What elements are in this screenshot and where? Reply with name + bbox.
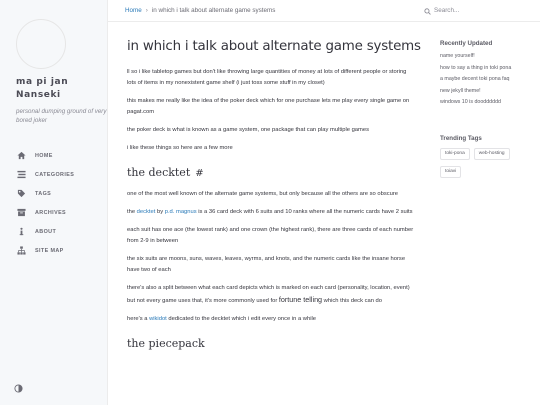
breadcrumb-separator: › bbox=[145, 7, 148, 14]
sidebar-item-sitemap[interactable]: SITE MAP bbox=[16, 241, 104, 260]
page-title: in which i talk about alternate game sys… bbox=[127, 39, 421, 54]
tag-icon bbox=[16, 188, 27, 199]
paragraph: the poker deck is what is known as a gam… bbox=[127, 127, 369, 133]
stream-icon bbox=[16, 169, 27, 180]
recent-post-link[interactable]: new jekyll theme! bbox=[440, 86, 535, 98]
sidebar-item-about[interactable]: ABOUT bbox=[16, 222, 104, 241]
sitemap-icon bbox=[16, 245, 27, 256]
text: by bbox=[155, 209, 165, 215]
archive-icon bbox=[16, 207, 27, 218]
recent-post-link[interactable]: a maybe decent toki pona faq bbox=[440, 74, 535, 86]
paragraph: here's a wikidot dedicated to the deckte… bbox=[127, 314, 417, 325]
site-title[interactable]: ma pi jan Nanseki bbox=[16, 76, 106, 102]
sidebar-item-label: CATEGORIES bbox=[35, 171, 75, 178]
sidebar-item-tags[interactable]: TAGS bbox=[16, 184, 104, 203]
tag-chip[interactable]: toki-pona bbox=[440, 147, 470, 160]
paragraph: the decktet by p.d. magnus is a 36 card … bbox=[127, 207, 417, 218]
sidebar-item-categories[interactable]: CATEGORIES bbox=[16, 165, 104, 184]
site-subtitle: personal dumping ground of very bored jo… bbox=[16, 108, 107, 124]
right-panel: Recently Updated name yourself! how to s… bbox=[440, 40, 535, 184]
breadcrumb: Home › in which i talk about alternate gam… bbox=[125, 7, 275, 14]
paragraph: there's also a split between what each c… bbox=[127, 283, 417, 307]
decktet-link[interactable]: decktet bbox=[137, 209, 156, 215]
anchor-link[interactable]: # bbox=[195, 168, 203, 179]
recently-updated-list: name yourself! how to say a thing in tok… bbox=[440, 51, 535, 109]
home-icon bbox=[16, 150, 27, 161]
info-icon bbox=[16, 226, 27, 237]
recent-post-link[interactable]: how to say a thing in toki pona bbox=[440, 63, 535, 75]
sidebar: ma pi jan Nanseki personal dumping groun… bbox=[0, 0, 108, 405]
sidebar-nav: HOME CATEGORIES TAGS ARCHIVES ABOUT SITE… bbox=[16, 146, 104, 260]
recent-post-link[interactable]: name yourself! bbox=[440, 51, 535, 63]
search-box[interactable] bbox=[420, 4, 512, 17]
sidebar-item-label: TAGS bbox=[35, 190, 52, 197]
text: which this deck can do bbox=[322, 298, 382, 304]
tag-chip[interactable]: toiavi bbox=[440, 165, 462, 178]
text: here's a bbox=[127, 316, 150, 322]
theme-toggle-icon[interactable] bbox=[14, 380, 25, 393]
search-input[interactable] bbox=[434, 7, 509, 14]
sidebar-item-archives[interactable]: ARCHIVES bbox=[16, 203, 104, 222]
tag-chip[interactable]: web-hosting bbox=[473, 147, 510, 160]
paragraph: ll so i like tabletop games but don't li… bbox=[127, 69, 407, 86]
sidebar-item-home[interactable]: HOME bbox=[16, 146, 104, 165]
text: dedicated to the decktet which i edit ev… bbox=[166, 316, 316, 322]
trending-tags: toki-pona web-hosting toiavi bbox=[440, 147, 535, 184]
sidebar-item-label: SITE MAP bbox=[35, 247, 64, 254]
avatar[interactable] bbox=[16, 19, 66, 69]
recent-post-link[interactable]: windows 10 is doodddddd bbox=[440, 97, 535, 109]
sidebar-item-label: ABOUT bbox=[35, 228, 57, 235]
sidebar-item-label: HOME bbox=[35, 152, 53, 159]
paragraph: the six suits are moons, suns, waves, le… bbox=[127, 256, 406, 273]
trending-tags-heading: Trending Tags bbox=[440, 134, 482, 142]
section-heading-decktet: the decktet # bbox=[127, 166, 417, 181]
emphasis-text: fortune telling bbox=[278, 295, 323, 304]
sidebar-item-label: ARCHIVES bbox=[35, 209, 67, 216]
paragraph: this makes me really like the idea of th… bbox=[127, 98, 410, 115]
breadcrumb-home[interactable]: Home bbox=[125, 7, 142, 14]
paragraph: one of the most well known of the altern… bbox=[127, 191, 398, 197]
post-content: in which i talk about alternate game sys… bbox=[127, 38, 421, 359]
section-heading-next: the piecepack bbox=[127, 337, 205, 350]
paragraph: each suit has one ace (the lowest rank) … bbox=[127, 227, 414, 244]
heading-text: the decktet bbox=[127, 166, 191, 179]
paragraph: i like these things so here are a few mo… bbox=[127, 145, 233, 151]
text: the bbox=[127, 209, 137, 215]
wikidot-link[interactable]: wikidot bbox=[149, 316, 167, 322]
search-icon bbox=[424, 2, 431, 20]
recently-updated-heading: Recently Updated bbox=[440, 40, 493, 47]
breadcrumb-current: in which i talk about alternate game sys… bbox=[151, 7, 276, 14]
text: is a 36 card deck with 6 suits and 10 ra… bbox=[196, 209, 413, 215]
topbar: Home › in which i talk about alternate gam… bbox=[108, 0, 540, 22]
author-link[interactable]: p.d. magnus bbox=[165, 209, 197, 215]
